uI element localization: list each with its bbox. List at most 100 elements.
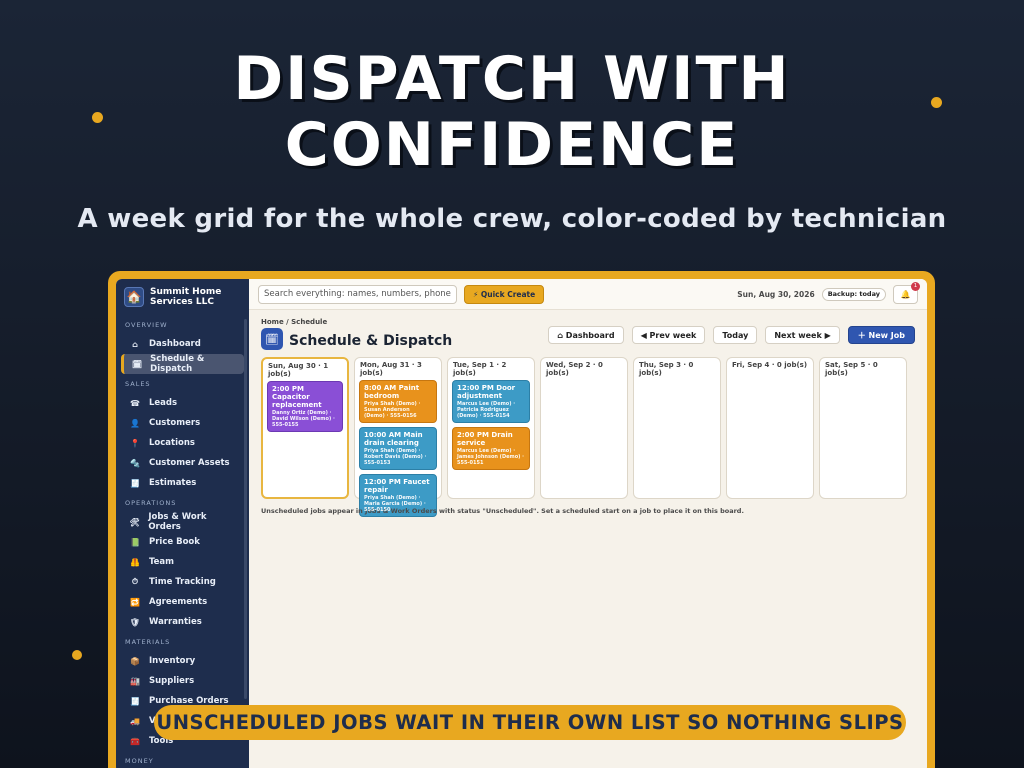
day-column[interactable]: Sat, Sep 5 · 0 job(s) [819,357,907,499]
search-input[interactable] [258,284,457,304]
backup-badge[interactable]: Backup: today [821,287,886,301]
job-title: 12:00 PM Faucet repair [364,478,430,494]
receipt-icon: 🧾 [130,696,140,706]
sidebar-item-label: Customers [149,418,201,428]
day-column[interactable]: Tue, Sep 1 · 2 job(s) 12:00 PM Door adjus… [447,357,535,499]
sidebar-item-label: Jobs & Work Orders [148,512,207,532]
page-title: Schedule & Dispatch [289,333,453,349]
truck-icon: 🚚 [130,716,140,726]
sidebar-nav: OVERVIEW ⌂ Dashboard 🗓 Schedule & Dispatch SA… [116,321,249,768]
day-header: Mon, Aug 31 · 3 job(s) [360,361,422,377]
day-column[interactable]: Sun, Aug 30 · 1 job(s) 2:00 PM Capacitor … [261,357,349,499]
job-card[interactable]: 12:00 PM Faucet repair Priya Shah (Demo) … [359,474,437,517]
job-card[interactable]: 12:00 PM Door adjustment Marcus Lee (Demo… [452,380,530,423]
brand[interactable]: 🏠 Summit Home Services LLC [116,287,249,307]
hero-subtitle: A week grid for the whole crew, color-co… [77,204,947,234]
sidebar-item-label: Estimates [149,478,197,488]
sidebar-item-inventory[interactable]: 📦 Inventory [121,651,244,671]
sidebar-section-label: OVERVIEW [125,321,168,329]
sidebar-item-team[interactable]: 🦺 Team [121,552,244,572]
job-details: Priya Shah (Demo) · Robert Davis (Demo) … [364,448,427,466]
sidebar-item-schedule-dispatch[interactable]: 🗓 Schedule & Dispatch [121,354,244,374]
new-job-button[interactable]: ＋ New Job [847,326,915,344]
sidebar-item-dashboard[interactable]: ⌂ Dashboard [121,334,244,354]
job-title: 12:00 PM Door adjustment [457,384,516,400]
quick-create-button[interactable]: ⚡ Quick Create [464,284,545,304]
day-header: Wed, Sep 2 · 0 job(s) [546,361,603,377]
job-title: 10:00 AM Main drain clearing [364,431,423,447]
sidebar-item-agreements[interactable]: 🔁 Agreements [121,592,244,612]
factory-icon: 🏭 [130,676,140,686]
day-header: Sat, Sep 5 · 0 job(s) [825,361,878,377]
sidebar-item-customers[interactable]: 👤 Customers [121,413,244,433]
toolbox-icon: 🧰 [130,736,140,746]
sidebar-item-label: Locations [149,438,195,448]
callout-banner: UNSCHEDULED JOBS WAIT IN THEIR OWN LIST … [154,705,906,740]
sidebar-item-label: Leads [149,398,178,408]
job-title: 2:00 PM Capacitor replacement [272,385,322,409]
notification-count-badge: 1 [911,281,920,291]
sidebar-item-label: Time Tracking [149,577,216,587]
sidebar-item-label: Customer Assets [149,458,230,468]
job-details: Priya Shah (Demo) · Susan Anderson (Demo… [364,401,421,419]
page-content: Home / Schedule 🗓 Schedule & Dispatch ⌂ … [249,310,927,523]
job-details: Priya Shah (Demo) · Maria Garcia (Demo) … [364,495,426,513]
calendar-icon: 🗓 [132,359,143,369]
job-card[interactable]: 10:00 AM Main drain clearing Priya Shah (… [359,427,437,470]
notifications-button[interactable]: 🔔 1 [893,281,920,304]
hero-title-line2: CONFIDENCE [284,110,740,180]
dashboard-button[interactable]: ⌂ Dashboard [548,326,624,344]
hero-title: DISPATCH WITH CONFIDENCE [0,46,1024,178]
stopwatch-icon: ⏱ [131,577,139,586]
shield-icon: 🛡 [129,617,141,627]
sidebar-item-label: Warranties [149,617,202,627]
sidebar: 🏠 Summit Home Services LLC OVERVIEW ⌂ Dash… [116,279,249,768]
breadcrumb[interactable]: Home / Schedule [261,318,915,326]
sidebar-section-label: MATERIALS [125,638,171,646]
unscheduled-note: Unscheduled jobs appear in Jobs & Work O… [261,507,744,515]
sidebar-item-locations[interactable]: 📍 Locations [121,433,244,453]
sidebar-item-label: Schedule & Dispatch [150,354,205,374]
job-details: Marcus Lee (Demo) · James Johnson (Demo)… [457,448,525,466]
brand-name-line1: Summit Home [150,287,222,297]
day-header: Tue, Sep 1 · 2 job(s) [453,361,507,377]
day-column[interactable]: Fri, Sep 4 · 0 job(s) [726,357,814,499]
sidebar-section-label: MONEY [125,757,154,765]
sidebar-item-price-book[interactable]: 📗 Price Book [121,532,244,552]
brand-name: Summit Home Services LLC [150,287,221,307]
sidebar-item-label: Inventory [149,656,196,666]
box-icon: 📦 [130,656,140,666]
sidebar-item-suppliers[interactable]: 🏭 Suppliers [121,671,244,691]
calendar-icon: 🗓 [261,328,283,350]
hero-title-line1: DISPATCH WITH [233,44,791,114]
day-header: Sun, Aug 30 · 1 job(s) [268,362,329,378]
house-icon: 🏠 [124,287,144,307]
job-title: 2:00 PM Drain service [457,431,513,447]
today-button[interactable]: Today [713,326,758,344]
day-column[interactable]: Thu, Sep 3 · 0 job(s) [633,357,721,499]
job-title: 8:00 AM Paint bedroom [364,384,420,400]
next-week-button[interactable]: Next week ▶ [765,326,840,344]
sidebar-item-warranties[interactable]: 🛡 Warranties [121,612,244,632]
app-frame: 🏠 Summit Home Services LLC OVERVIEW ⌂ Dash… [108,271,935,768]
job-card[interactable]: 2:00 PM Drain service Marcus Lee (Demo) ·… [452,427,530,470]
app-window: 🏠 Summit Home Services LLC OVERVIEW ⌂ Dash… [116,279,927,768]
phone-icon: ☎ [130,398,140,408]
home-icon: ⌂ [132,339,138,349]
sidebar-item-time-tracking[interactable]: ⏱ Time Tracking [121,572,244,592]
day-column[interactable]: Wed, Sep 2 · 0 job(s) [540,357,628,499]
week-grid: Sun, Aug 30 · 1 job(s) 2:00 PM Capacitor … [261,357,915,517]
job-card[interactable]: 2:00 PM Capacitor replacement Danny Ortiz… [267,381,343,432]
decor-dot [72,650,82,660]
current-date: Sun, Aug 30, 2026 [737,289,815,299]
user-icon: 👤 [130,418,140,428]
sidebar-item-jobs-work-orders[interactable]: 🛠 Jobs & Work Orders [121,512,244,532]
job-card[interactable]: 8:00 AM Paint bedroom Priya Shah (Demo) ·… [359,380,437,423]
day-column[interactable]: Mon, Aug 31 · 3 job(s) 8:00 AM Paint bedr… [354,357,442,517]
sidebar-item-estimates[interactable]: 🧾 Estimates [121,473,244,493]
sidebar-item-customer-assets[interactable]: 🔩 Customer Assets [121,453,244,473]
job-details: Danny Ortiz (Demo) · David Wilson (Demo)… [272,410,335,428]
sidebar-item-leads[interactable]: ☎ Leads [121,393,244,413]
main-area: ⚡ Quick Create Sun, Aug 30, 2026 Backup:… [249,279,927,768]
prev-week-button[interactable]: ◀ Prev week [631,326,706,344]
